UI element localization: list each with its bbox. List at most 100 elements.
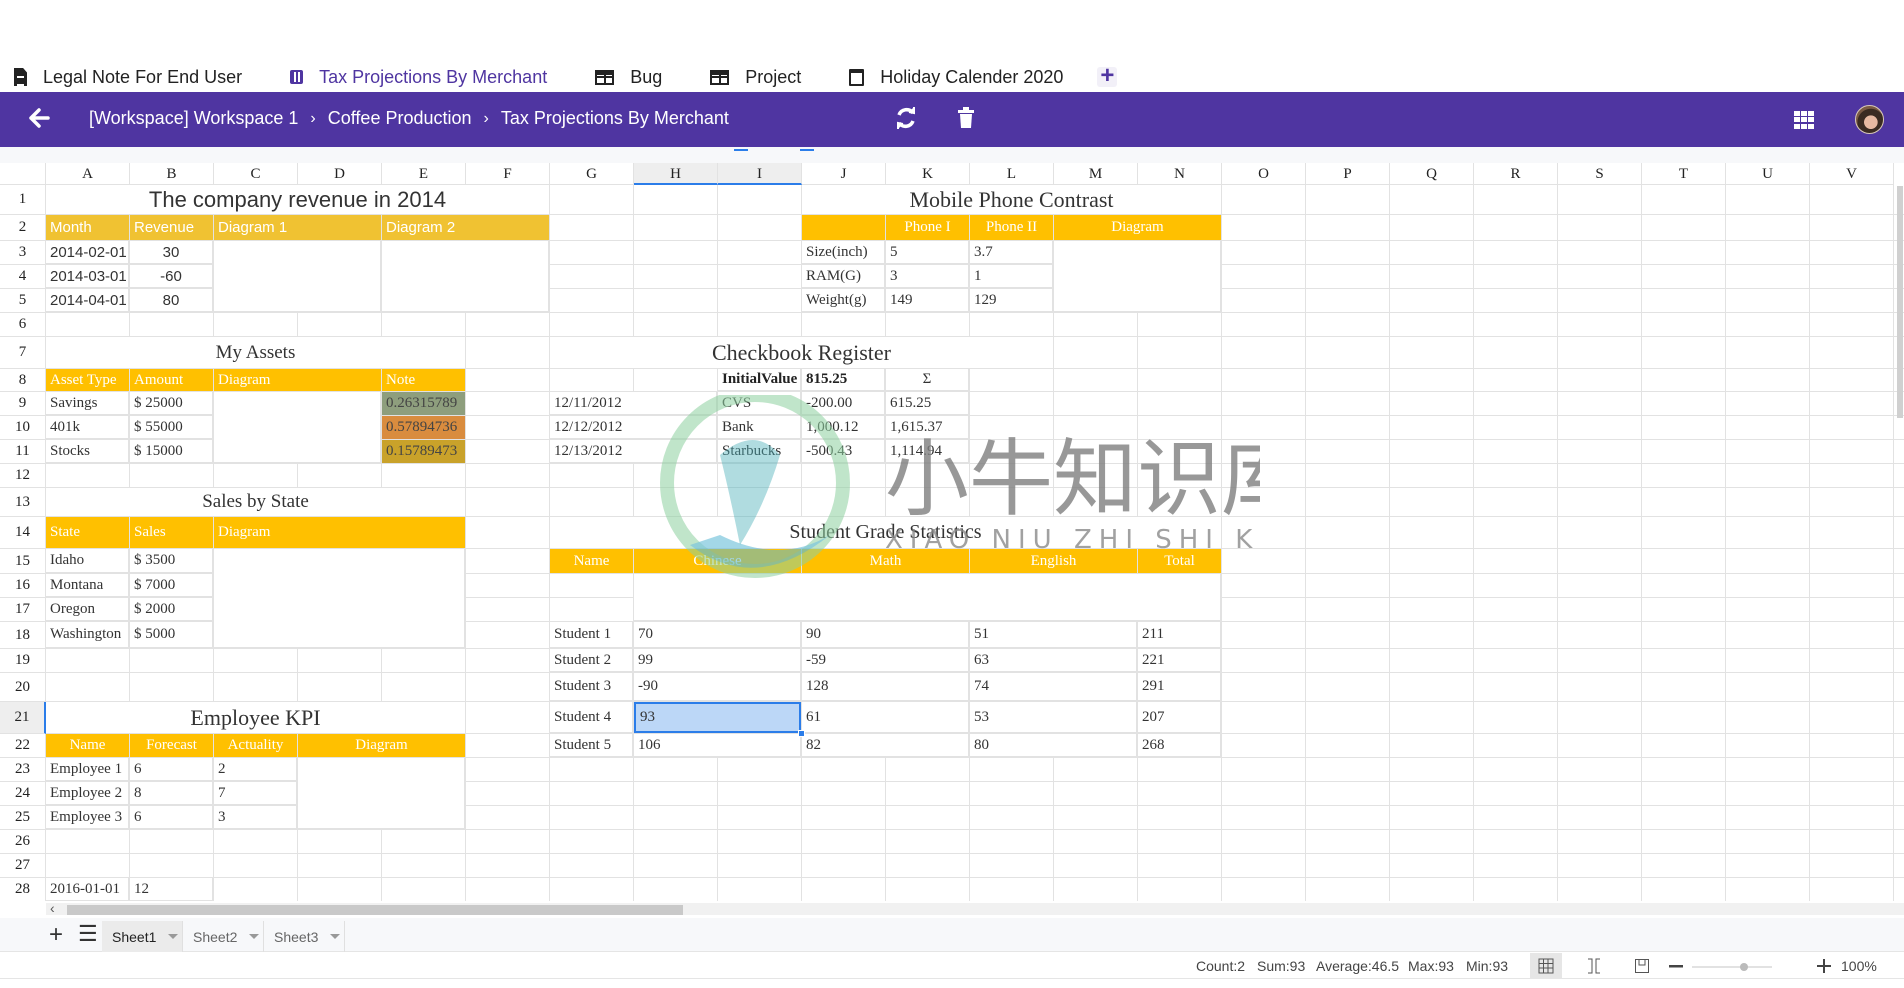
dropdown-caret-icon[interactable]	[330, 934, 341, 939]
column-header-G[interactable]: G	[550, 163, 634, 185]
kpi-cell[interactable]: 6	[130, 806, 213, 829]
asset-amount-cell[interactable]: $ 55000	[130, 416, 213, 439]
grade-cell[interactable]: 51	[970, 622, 1137, 648]
breadcrumb-current[interactable]: Tax Projections By Merchant	[501, 108, 729, 129]
asset-note-cell[interactable]: 0.15789473	[382, 440, 465, 463]
row-header-19[interactable]: 19	[0, 649, 46, 673]
tab-legal-note[interactable]: Legal Note For End User	[0, 67, 242, 88]
revenue-value-cell[interactable]: 30	[130, 241, 213, 264]
kpi-cell[interactable]: 6	[130, 758, 213, 781]
row-header-4[interactable]: 4	[0, 265, 46, 289]
revenue-month-cell[interactable]: 2014-02-01	[46, 241, 129, 264]
checkbook-amount-cell[interactable]: -500.43	[802, 440, 885, 463]
grade-cell[interactable]: 82	[802, 734, 969, 757]
grade-cell[interactable]: Student 4	[550, 702, 633, 733]
column-header-J[interactable]: J	[802, 163, 886, 185]
grade-cell[interactable]: Student 2	[550, 649, 633, 672]
zoom-slider[interactable]	[1692, 963, 1772, 971]
grade-cell[interactable]: Student 5	[550, 734, 633, 757]
grade-cell[interactable]: -90	[634, 673, 801, 701]
checkbook-payee-cell[interactable]: Bank	[718, 416, 801, 439]
kpi-cell[interactable]: 7	[214, 782, 297, 805]
row-header-1[interactable]: 1	[0, 185, 46, 215]
back-arrow-icon[interactable]	[28, 105, 50, 136]
grade-cell[interactable]: 61	[802, 702, 969, 733]
row-header-14[interactable]: 14	[0, 517, 46, 549]
horizontal-scrollbar[interactable]: ‹	[46, 900, 1904, 916]
grade-cell[interactable]: 221	[1138, 649, 1221, 672]
row-header-11[interactable]: 11	[0, 440, 46, 464]
sales-state-cell[interactable]: Oregon	[46, 598, 129, 621]
tab-tax-projections[interactable]: Tax Projections By Merchant	[276, 67, 547, 88]
grade-cell[interactable]: Student 1	[550, 622, 633, 648]
row-header-17[interactable]: 17	[0, 598, 46, 622]
breadcrumb-workspace[interactable]: [Workspace] Workspace 1	[89, 108, 298, 129]
row-header-18[interactable]: 18	[0, 622, 46, 649]
grade-cell[interactable]: 80	[970, 734, 1137, 757]
column-header-F[interactable]: F	[466, 163, 550, 185]
row-header-21[interactable]: 21	[0, 702, 46, 734]
checkbook-date-cell[interactable]: 12/11/2012	[550, 392, 717, 415]
row-header-5[interactable]: 5	[0, 289, 46, 313]
revenue-month-cell[interactable]: 2014-04-01	[46, 289, 129, 312]
checkbook-payee-cell[interactable]: Starbucks	[718, 440, 801, 463]
add-tab-button[interactable]: +	[1097, 64, 1118, 88]
row-header-27[interactable]: 27	[0, 854, 46, 878]
sales-amount-cell[interactable]: $ 5000	[130, 622, 213, 648]
row-header-10[interactable]: 10	[0, 416, 46, 440]
zoom-slider-handle[interactable]	[1740, 963, 1748, 971]
row-header-9[interactable]: 9	[0, 392, 46, 416]
scroll-left-icon[interactable]: ‹	[50, 900, 55, 916]
grade-cell[interactable]: 74	[970, 673, 1137, 701]
column-header-K[interactable]: K	[886, 163, 970, 185]
checkbook-amount-cell[interactable]: 1,000.12	[802, 416, 885, 439]
grade-cell[interactable]: 291	[1138, 673, 1221, 701]
value-cell[interactable]: 12	[130, 878, 213, 901]
sales-amount-cell[interactable]: $ 2000	[130, 598, 213, 621]
phone-cell[interactable]: 3.7	[970, 241, 1053, 264]
row-header-12[interactable]: 12	[0, 464, 46, 488]
normal-view-icon[interactable]	[1530, 953, 1562, 979]
scrollbar-thumb[interactable]	[67, 905, 683, 915]
zoom-in-icon[interactable]	[1808, 953, 1840, 979]
column-header-C[interactable]: C	[214, 163, 298, 185]
row-header-3[interactable]: 3	[0, 241, 46, 265]
checkbook-payee-cell[interactable]: CVS	[718, 392, 801, 415]
row-header-24[interactable]: 24	[0, 782, 46, 806]
column-header-P[interactable]: P	[1306, 163, 1390, 185]
sales-state-cell[interactable]: Idaho	[46, 549, 129, 573]
grade-cell[interactable]: 63	[970, 649, 1137, 672]
asset-amount-cell[interactable]: $ 15000	[130, 440, 213, 463]
checkbook-balance-cell[interactable]: 1,114.94	[886, 440, 969, 463]
kpi-cell[interactable]: 2	[214, 758, 297, 781]
kpi-cell[interactable]: 8	[130, 782, 213, 805]
phone-cell[interactable]: 149	[886, 289, 969, 312]
revenue-value-cell[interactable]: -60	[130, 265, 213, 288]
column-header-D[interactable]: D	[298, 163, 382, 185]
sales-amount-cell[interactable]: $ 7000	[130, 574, 213, 597]
row-header-26[interactable]: 26	[0, 830, 46, 854]
column-header-E[interactable]: E	[382, 163, 466, 185]
grade-cell[interactable]: 207	[1138, 702, 1221, 733]
phone-cell[interactable]: Weight(g)	[802, 289, 885, 312]
grade-cell[interactable]: 70	[634, 622, 801, 648]
zoom-out-icon[interactable]	[1660, 953, 1692, 979]
phone-cell[interactable]: 5	[886, 241, 969, 264]
kpi-cell[interactable]: Employee 3	[46, 806, 129, 829]
tab-holiday-calendar[interactable]: Holiday Calender 2020	[835, 67, 1063, 88]
row-header-28[interactable]: 28	[0, 878, 46, 901]
column-header-V[interactable]: V	[1810, 163, 1894, 185]
select-all-corner[interactable]	[0, 163, 46, 185]
column-header-O[interactable]: O	[1222, 163, 1306, 185]
spreadsheet-grid[interactable]: A B C D E F G H I J K L M N O P Q R S T U V 1 2 3 4 5 6 7 8 9 10 11 12 13 1…	[0, 163, 1904, 901]
dropdown-caret-icon[interactable]	[249, 934, 260, 939]
grade-cell[interactable]: 53	[970, 702, 1137, 733]
user-avatar[interactable]	[1855, 105, 1884, 134]
checkbook-balance-cell[interactable]: 1,615.37	[886, 416, 969, 439]
tab-bug[interactable]: Bug	[581, 67, 662, 88]
breadcrumb-folder[interactable]: Coffee Production	[328, 108, 472, 129]
row-header-2[interactable]: 2	[0, 215, 46, 241]
grade-cell[interactable]: 268	[1138, 734, 1221, 757]
asset-type-cell[interactable]: 401k	[46, 416, 129, 439]
sigma-cell[interactable]: Σ	[886, 369, 969, 391]
